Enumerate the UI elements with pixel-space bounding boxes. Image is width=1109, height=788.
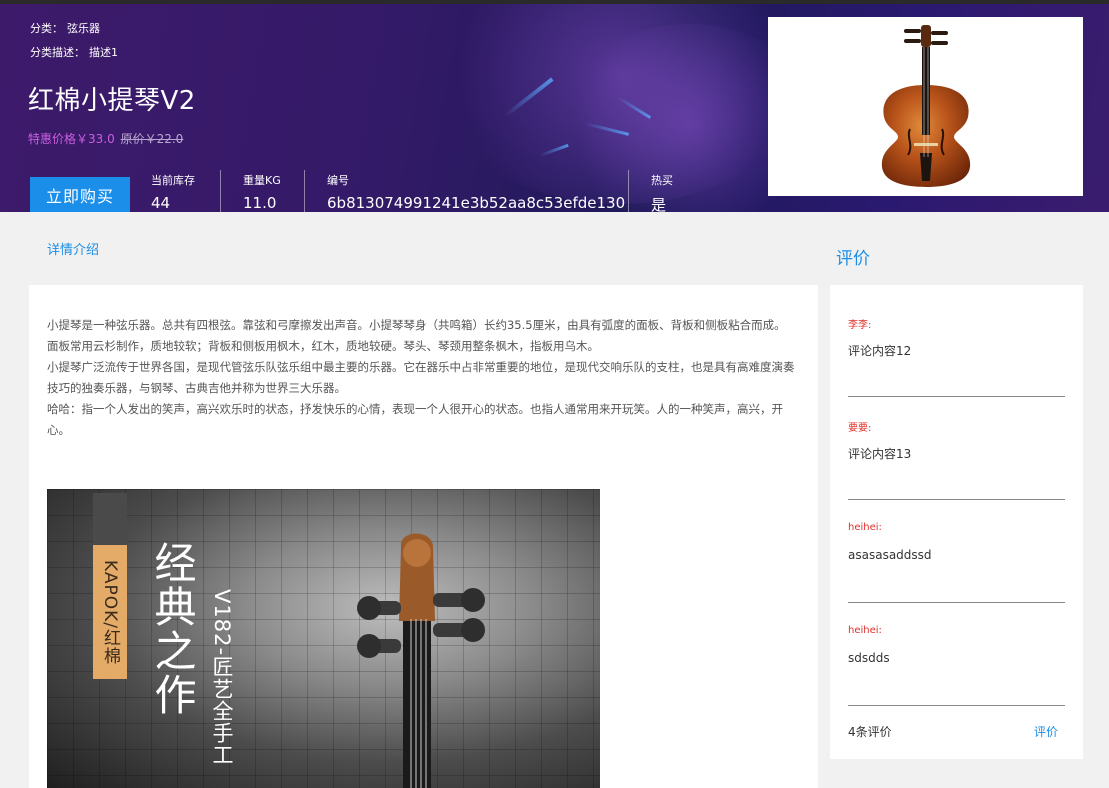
- review-content: asasasaddssd: [848, 548, 932, 562]
- stat-weight-value: 11.0: [243, 194, 277, 212]
- violin-image: [881, 25, 971, 187]
- stat-stock: 当前库存 44: [151, 170, 195, 212]
- review-item: heihei: sdsdds: [848, 603, 1065, 706]
- brand-strip: [93, 493, 127, 545]
- category-value: 弦乐器: [67, 22, 100, 35]
- promo-model: V182-匠艺全手工: [210, 589, 234, 767]
- stat-serial-label: 编号: [327, 174, 349, 187]
- reviewer-name: 要要:: [848, 423, 872, 434]
- review-count: 4条评价: [848, 725, 892, 739]
- product-banner: 分类： 弦乐器 分类描述： 描述1 红棉小提琴V2 特惠价格￥33.0 原价￥22.…: [0, 0, 1109, 212]
- reviewer-name: heihei:: [848, 522, 882, 533]
- review-item: heihei: asasasaddssd: [848, 500, 1065, 603]
- stat-hot-value: 是: [651, 196, 667, 212]
- detail-paragraph: 小提琴广泛流传于世界各国，是现代管弦乐队弦乐组中最主要的乐器。它在器乐中占非常重…: [47, 360, 795, 395]
- stat-hot: 热买 是: [628, 170, 673, 212]
- reviews-card: 李李: 评论内容12 要要: 评论内容13 heihei: asasasadds…: [830, 285, 1083, 759]
- detail-paragraph: 小提琴是一种弦乐器。总共有四根弦。靠弦和弓摩擦发出声音。小提琴琴身（共鸣箱）长约…: [47, 318, 786, 332]
- reviews-footer: 4条评价 评价: [848, 723, 1058, 740]
- review-item: 要要: 评论内容13: [848, 397, 1065, 500]
- price-line: 特惠价格￥33.0 原价￥22.0: [28, 130, 183, 147]
- category-label: 分类：: [30, 22, 63, 35]
- category-desc-label: 分类描述：: [30, 46, 85, 59]
- detail-promo-image: KAPOK/红棉 经典之作 V182-匠艺全手工: [47, 489, 600, 788]
- violin-scroll-image: [357, 533, 485, 788]
- detail-card: 小提琴是一种弦乐器。总共有四根弦。靠弦和弓摩擦发出声音。小提琴琴身（共鸣箱）长约…: [29, 285, 818, 788]
- write-review-link[interactable]: 评价: [1034, 723, 1058, 740]
- product-photo: [768, 17, 1083, 196]
- reviewer-name: 李李:: [848, 320, 872, 331]
- product-title: 红棉小提琴V2: [28, 86, 196, 116]
- review-item: 李李: 评论内容12: [848, 294, 1065, 397]
- stat-serial: 编号 6b813074991241e3b52aa8c53efde130: [304, 170, 625, 212]
- special-price: 特惠价格￥33.0: [28, 132, 115, 146]
- stat-stock-label: 当前库存: [151, 174, 195, 187]
- detail-intro-link[interactable]: 详情介绍: [47, 239, 99, 258]
- category-line: 分类： 弦乐器: [30, 20, 100, 36]
- review-content: sdsdds: [848, 651, 890, 665]
- promo-headline: 经典之作: [148, 541, 197, 717]
- stat-serial-value: 6b813074991241e3b52aa8c53efde130: [327, 194, 626, 212]
- category-desc-value: 描述1: [89, 46, 118, 59]
- reviewer-name: heihei:: [848, 625, 882, 636]
- detail-paragraph: 面板常用云杉制作，质地较软；背板和侧板用枫木，红木，质地较硬。琴头、琴颈用整条枫…: [47, 339, 599, 353]
- original-price: 原价￥22.0: [120, 132, 184, 146]
- detail-paragraph: 哈哈：指一个人发出的笑声，高兴欢乐时的状态，抒发快乐的心情，表现一个人很开心的状…: [47, 402, 783, 437]
- stat-weight-label: 重量KG: [243, 174, 281, 187]
- detail-description: 小提琴是一种弦乐器。总共有四根弦。靠弦和弓摩擦发出声音。小提琴琴身（共鸣箱）长约…: [47, 315, 799, 441]
- review-content: 评论内容13: [848, 447, 912, 461]
- stat-weight: 重量KG 11.0: [220, 170, 281, 212]
- stat-stock-value: 44: [151, 194, 171, 212]
- stat-hot-label: 热买: [651, 174, 673, 187]
- buy-now-button[interactable]: 立即购买: [30, 177, 130, 212]
- brand-tag: KAPOK/红棉: [93, 545, 127, 679]
- review-content: 评论内容12: [848, 344, 912, 358]
- reviews-heading: 评价: [836, 249, 870, 269]
- category-desc-line: 分类描述： 描述1: [30, 44, 118, 60]
